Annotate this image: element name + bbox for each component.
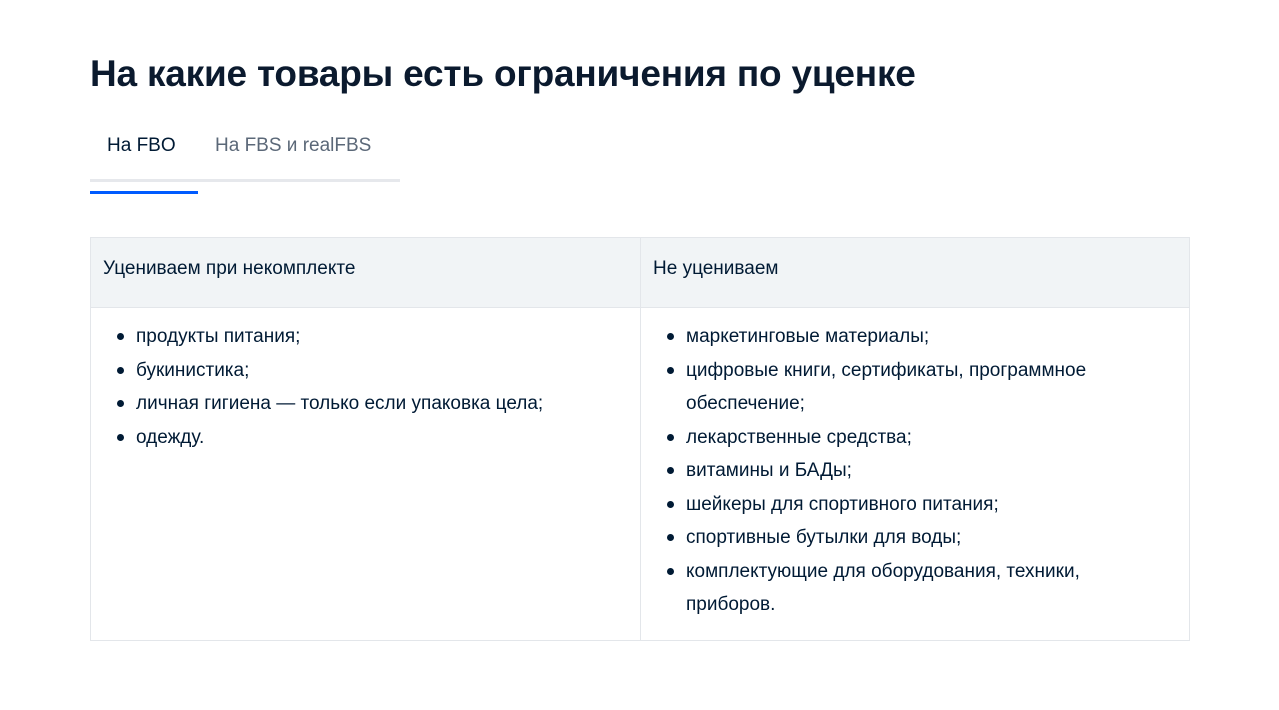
list-item: витамины и БАДы; xyxy=(667,454,1156,488)
tab-bar: На FBO На FBS и realFBS xyxy=(90,122,400,194)
table-body-row: продукты питания; букинистика; личная ги… xyxy=(91,308,1189,640)
tab-fbs-realfbs[interactable]: На FBS и realFBS xyxy=(198,122,388,179)
tab-fbo[interactable]: На FBO xyxy=(90,122,198,194)
list-item: шейкеры для спортивного питания; xyxy=(667,488,1156,522)
table-cell-not-marked-down: маркетинговые материалы; цифровые книги,… xyxy=(641,308,1189,640)
list-item: одежду. xyxy=(117,421,640,455)
list-item: комплектующие для оборудования, техники,… xyxy=(667,555,1156,622)
column-header-markdown-if-incomplete: Уцениваем при некомплекте xyxy=(91,238,641,307)
list-item: личная гигиена — только если упаковка це… xyxy=(117,387,640,421)
page-title: На какие товары есть ограничения по уцен… xyxy=(90,53,916,94)
list-item: лекарственные средства; xyxy=(667,421,1156,455)
list-item: букинистика; xyxy=(117,354,640,388)
list-item: маркетинговые материалы; xyxy=(667,320,1156,354)
column-header-not-marked-down: Не уцениваем xyxy=(653,258,779,279)
restrictions-table: Уцениваем при некомплекте Не уцениваем п… xyxy=(90,237,1190,641)
list-item: цифровые книги, сертификаты, программное… xyxy=(667,354,1156,421)
list-item: продукты питания; xyxy=(117,320,640,354)
list-item: спортивные бутылки для воды; xyxy=(667,521,1156,555)
table-cell-markdown-if-incomplete: продукты питания; букинистика; личная ги… xyxy=(91,308,641,640)
table-header-row: Уцениваем при некомплекте Не уцениваем xyxy=(91,238,1189,308)
markdown-items-list: продукты питания; букинистика; личная ги… xyxy=(117,320,640,455)
not-marked-down-items-list: маркетинговые материалы; цифровые книги,… xyxy=(667,320,1189,622)
